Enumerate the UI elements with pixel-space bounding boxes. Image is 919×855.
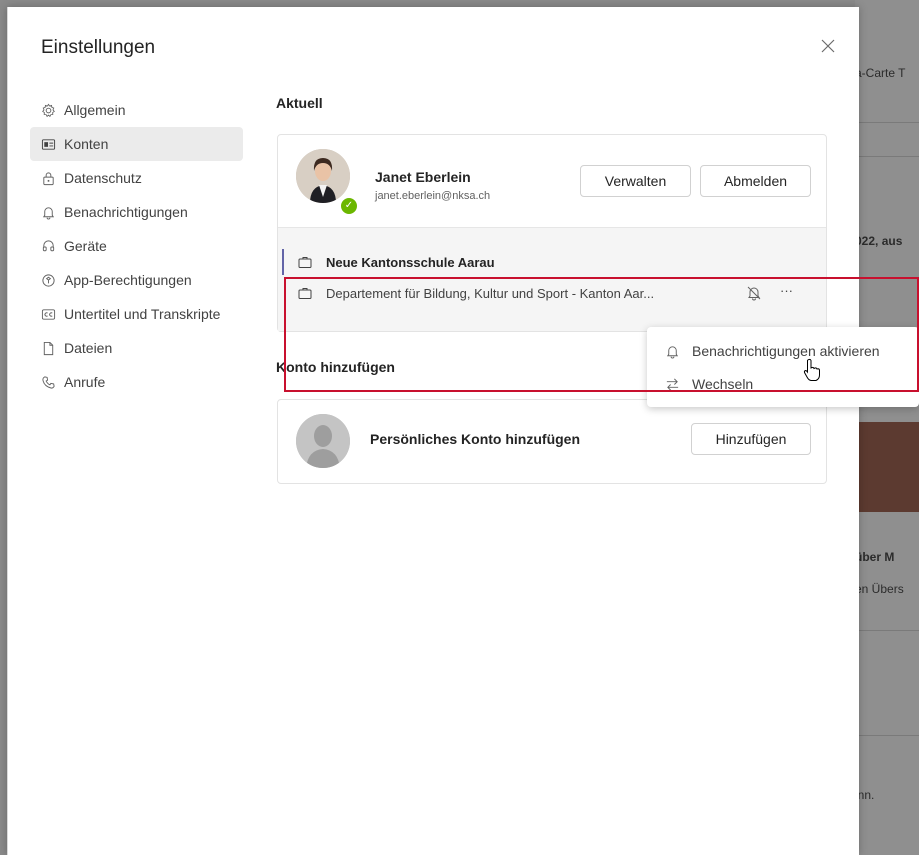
add-account-card: Persönliches Konto hinzufügen Hinzufügen <box>277 399 827 484</box>
phone-icon <box>40 374 56 390</box>
background-divider <box>855 122 919 123</box>
nav-item-allgemein[interactable]: Allgemein <box>30 93 243 127</box>
placeholder-avatar <box>296 414 350 468</box>
avatar <box>296 149 350 203</box>
file-icon <box>40 340 56 356</box>
signout-button[interactable]: Abmelden <box>700 165 811 197</box>
nav-item-datenschutz[interactable]: Datenschutz <box>30 161 243 195</box>
manage-button[interactable]: Verwalten <box>580 165 691 197</box>
close-icon[interactable] <box>818 37 838 57</box>
nav-label: Datenschutz <box>64 170 142 186</box>
status-available-icon: ✓ <box>339 196 359 216</box>
background-divider <box>855 735 919 736</box>
nav-label: Geräte <box>64 238 107 254</box>
nav-item-benachrichtigungen[interactable]: Benachrichtigungen <box>30 195 243 229</box>
shield-icon <box>40 272 56 288</box>
org-row-neue-kantonsschule[interactable]: Neue Kantonsschule Aarau <box>278 247 826 277</box>
background-banner <box>855 422 919 512</box>
nav-label: Untertitel und Transkripte <box>64 306 221 322</box>
nav-label: Dateien <box>64 340 113 356</box>
settings-nav: Allgemein Konten Datenschutz Benachricht… <box>30 93 243 399</box>
nav-label: Konten <box>64 136 109 152</box>
org-label: Neue Kantonsschule Aarau <box>326 254 495 270</box>
highlight-annotation <box>284 277 919 392</box>
section-current: Aktuell <box>276 95 323 111</box>
nav-item-dateien[interactable]: Dateien <box>30 331 243 365</box>
background-text: a-Carte T <box>855 66 906 80</box>
briefcase-icon <box>298 257 312 268</box>
active-indicator <box>282 249 284 275</box>
nav-label: Benachrichtigungen <box>64 204 188 220</box>
background-text: über M <box>855 550 895 564</box>
background-text: 022, aus <box>855 234 903 248</box>
add-button[interactable]: Hinzufügen <box>691 423 811 455</box>
dialog-title: Einstellungen <box>41 37 156 58</box>
lock-icon <box>40 170 56 186</box>
bell-icon <box>40 204 56 220</box>
id-card-icon <box>40 136 56 152</box>
nav-label: Anrufe <box>64 374 106 390</box>
nav-item-app-berechtigungen[interactable]: App-Berechtigungen <box>30 263 243 297</box>
gear-icon <box>40 102 56 118</box>
user-email: janet.eberlein@nksa.ch <box>375 190 491 202</box>
nav-label: App-Berechtigungen <box>64 272 192 288</box>
background-divider <box>855 630 919 631</box>
nav-item-untertitel[interactable]: Untertitel und Transkripte <box>30 297 243 331</box>
nav-item-konten[interactable]: Konten <box>30 127 243 161</box>
background-app: a-Carte T 022, aus über M en Übers inn. <box>855 0 919 855</box>
background-text: en Übers <box>855 582 904 596</box>
nav-label: Allgemein <box>64 102 126 118</box>
add-personal-label: Persönliches Konto hinzufügen <box>370 431 581 447</box>
background-divider <box>855 156 919 157</box>
hand-cursor-icon <box>803 358 820 381</box>
settings-dialog: Einstellungen Allgemein Konten Datenschu… <box>7 7 859 855</box>
captions-icon <box>40 306 56 322</box>
nav-item-geraete[interactable]: Geräte <box>30 229 243 263</box>
headset-icon <box>40 238 56 254</box>
user-name: Janet Eberlein <box>375 169 471 185</box>
nav-item-anrufe[interactable]: Anrufe <box>30 365 243 399</box>
